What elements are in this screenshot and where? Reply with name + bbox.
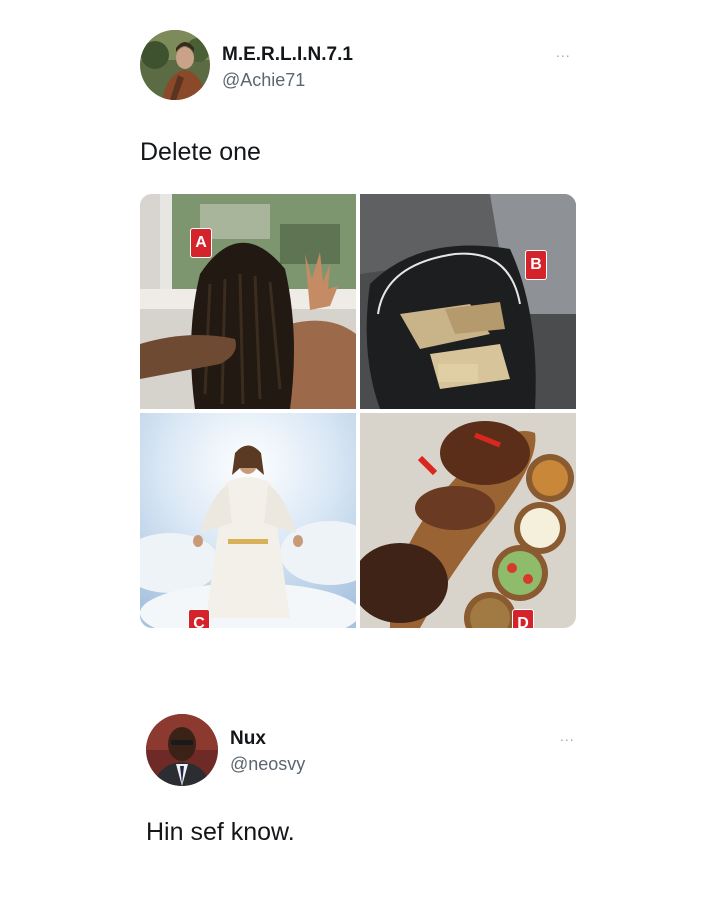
tweet-handle[interactable]: @Achie71 <box>222 70 305 91</box>
image-c-picture <box>140 413 356 628</box>
reply-more-icon[interactable]: ... <box>560 728 575 744</box>
reply-display-name[interactable]: Nux <box>230 728 266 750</box>
tweet-text: Delete one <box>140 138 261 166</box>
image-d-picture <box>360 413 576 628</box>
image-c[interactable]: C <box>140 413 356 628</box>
tweet-display-name[interactable]: M.E.R.L.I.N.7.1 <box>222 44 353 66</box>
image-b-picture <box>360 194 576 409</box>
image-d-badge: D <box>512 609 534 628</box>
image-d[interactable]: D <box>360 413 576 628</box>
avatar-image <box>140 30 210 100</box>
image-b-badge: B <box>525 250 547 280</box>
reply-text: Hin sef know. <box>146 818 295 846</box>
tweet-avatar[interactable] <box>140 30 210 100</box>
avatar-image <box>146 714 218 786</box>
image-a[interactable]: A <box>140 194 356 409</box>
reply-avatar[interactable] <box>146 714 218 786</box>
tweet-more-icon[interactable]: ... <box>556 44 571 60</box>
image-a-badge: A <box>190 228 212 258</box>
reply-handle[interactable]: @neosvy <box>230 754 305 775</box>
image-b[interactable]: B <box>360 194 576 409</box>
tweet-image-grid[interactable]: A B C D <box>140 194 576 628</box>
image-c-badge: C <box>188 609 210 628</box>
image-a-picture <box>140 194 356 409</box>
